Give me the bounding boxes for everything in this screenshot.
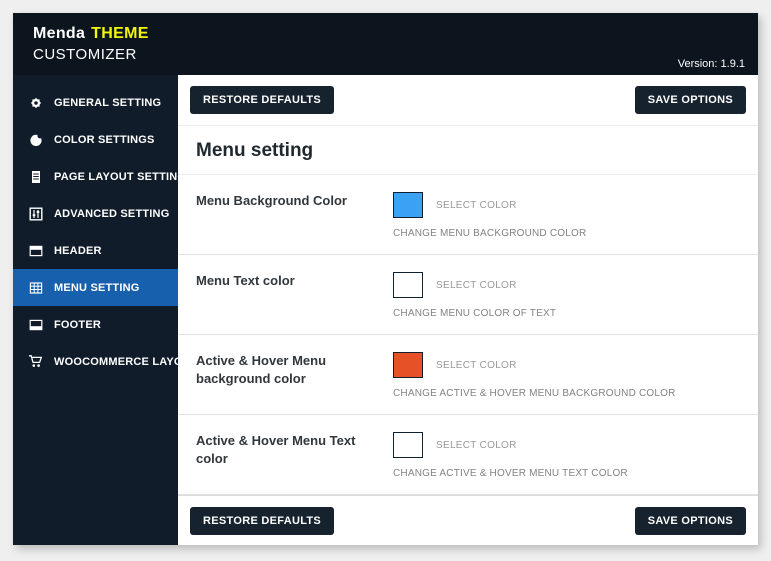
- sidebar-item-page-layout-setting[interactable]: PAGE LAYOUT SETTING: [13, 158, 186, 195]
- sidebar-item-label: COLOR SETTINGS: [54, 133, 155, 146]
- sidebar-item-woocommerce-layout[interactable]: WOOCOMMERCE LAYOUT: [13, 343, 198, 380]
- sidebar: GENERAL SETTING COLOR SETTINGS PAGE LAYO…: [13, 75, 198, 545]
- body-wrap: GENERAL SETTING COLOR SETTINGS PAGE LAYO…: [13, 75, 758, 545]
- main-content: RESTORE DEFAULTS SAVE OPTIONS Menu setti…: [178, 75, 758, 545]
- brand-theme-accent: THEME: [91, 25, 149, 42]
- setting-label: Active & Hover Menu background color: [196, 353, 327, 386]
- select-color-label: SELECT COLOR: [436, 439, 517, 451]
- restore-defaults-button-top[interactable]: RESTORE DEFAULTS: [190, 86, 335, 114]
- sidebar-item-footer[interactable]: FOOTER: [13, 306, 178, 343]
- save-options-button-top[interactable]: SAVE OPTIONS: [634, 86, 746, 114]
- setting-label: Menu Background Color: [196, 193, 347, 208]
- select-color-label: SELECT COLOR: [436, 199, 517, 211]
- bottom-toolbar: RESTORE DEFAULTS SAVE OPTIONS: [178, 495, 758, 546]
- brand-subtitle: CUSTOMIZER: [33, 46, 137, 63]
- color-swatch-menu-background-color[interactable]: [393, 192, 423, 218]
- sidebar-item-header[interactable]: HEADER: [13, 232, 178, 269]
- sidebar-item-color-settings[interactable]: COLOR SETTINGS: [13, 121, 178, 158]
- select-color-label: SELECT COLOR: [436, 359, 517, 371]
- sidebar-item-label: PAGE LAYOUT SETTING: [54, 170, 187, 183]
- color-swatch-menu-text-color[interactable]: [393, 272, 423, 298]
- setting-description: CHANGE MENU COLOR OF TEXT: [393, 308, 557, 319]
- setting-label: Menu Text color: [196, 273, 295, 288]
- setting-label: Active & Hover Menu Text color: [196, 433, 356, 466]
- setting-row: Menu Text color SELECT COLOR CHANGE MENU…: [178, 255, 758, 335]
- app-header: Menda THEME CUSTOMIZER Version: 1.9.1: [13, 13, 758, 75]
- page-file-icon: [28, 169, 43, 184]
- sidebar-item-label: HEADER: [54, 244, 102, 257]
- sidebar-item-label: WOOCOMMERCE LAYOUT: [54, 355, 198, 368]
- sidebar-item-label: ADVANCED SETTING: [54, 207, 170, 220]
- sidebar-item-menu-setting[interactable]: MENU SETTING: [13, 269, 178, 306]
- setting-row: Active & Hover Menu background color SEL…: [178, 335, 758, 415]
- setting-description: CHANGE ACTIVE & HOVER MENU BACKGROUND CO…: [393, 388, 676, 399]
- version-label: Version: 1.9.1: [677, 58, 745, 70]
- sidebar-item-general-setting[interactable]: GENERAL SETTING: [13, 84, 178, 121]
- customizer-panel: Menda THEME CUSTOMIZER Version: 1.9.1 GEN…: [13, 13, 758, 545]
- gear-icon: [28, 95, 43, 110]
- sliders-icon: [28, 206, 43, 221]
- setting-description: CHANGE MENU BACKGROUND COLOR: [393, 228, 587, 239]
- top-toolbar: RESTORE DEFAULTS SAVE OPTIONS: [178, 75, 758, 126]
- brand: Menda THEME: [33, 25, 758, 43]
- cart-icon: [28, 354, 43, 369]
- sidebar-item-label: FOOTER: [54, 318, 102, 331]
- setting-row: Menu Background Color SELECT COLOR CHANG…: [178, 175, 758, 255]
- header-bar-icon: [28, 243, 43, 258]
- color-swatch-active-hover-menu-background-color[interactable]: [393, 352, 423, 378]
- sidebar-item-advanced-setting[interactable]: ADVANCED SETTING: [13, 195, 178, 232]
- setting-description: CHANGE ACTIVE & HOVER MENU TEXT COLOR: [393, 468, 628, 479]
- brand-name: Menda: [33, 25, 86, 42]
- setting-control: SELECT COLOR CHANGE ACTIVE & HOVER MENU …: [393, 352, 676, 399]
- setting-control: SELECT COLOR CHANGE MENU BACKGROUND COLO…: [393, 192, 586, 239]
- settings-list: Menu Background Color SELECT COLOR CHANG…: [178, 175, 758, 495]
- select-color-label: SELECT COLOR: [436, 279, 517, 291]
- save-options-button-bottom[interactable]: SAVE OPTIONS: [634, 507, 746, 535]
- footer-bar-icon: [28, 317, 43, 332]
- color-swatch-active-hover-menu-text-color[interactable]: [393, 432, 423, 458]
- setting-control: SELECT COLOR CHANGE MENU COLOR OF TEXT: [393, 272, 556, 319]
- page-title: Menu setting: [196, 140, 314, 161]
- menu-grid-icon: [28, 280, 43, 295]
- restore-defaults-button-bottom[interactable]: RESTORE DEFAULTS: [190, 507, 335, 535]
- sidebar-item-label: GENERAL SETTING: [54, 96, 162, 109]
- color-adjust-icon: [28, 132, 43, 147]
- setting-row: Active & Hover Menu Text color SELECT CO…: [178, 415, 758, 495]
- sidebar-item-label: MENU SETTING: [54, 281, 140, 294]
- setting-control: SELECT COLOR CHANGE ACTIVE & HOVER MENU …: [393, 432, 628, 479]
